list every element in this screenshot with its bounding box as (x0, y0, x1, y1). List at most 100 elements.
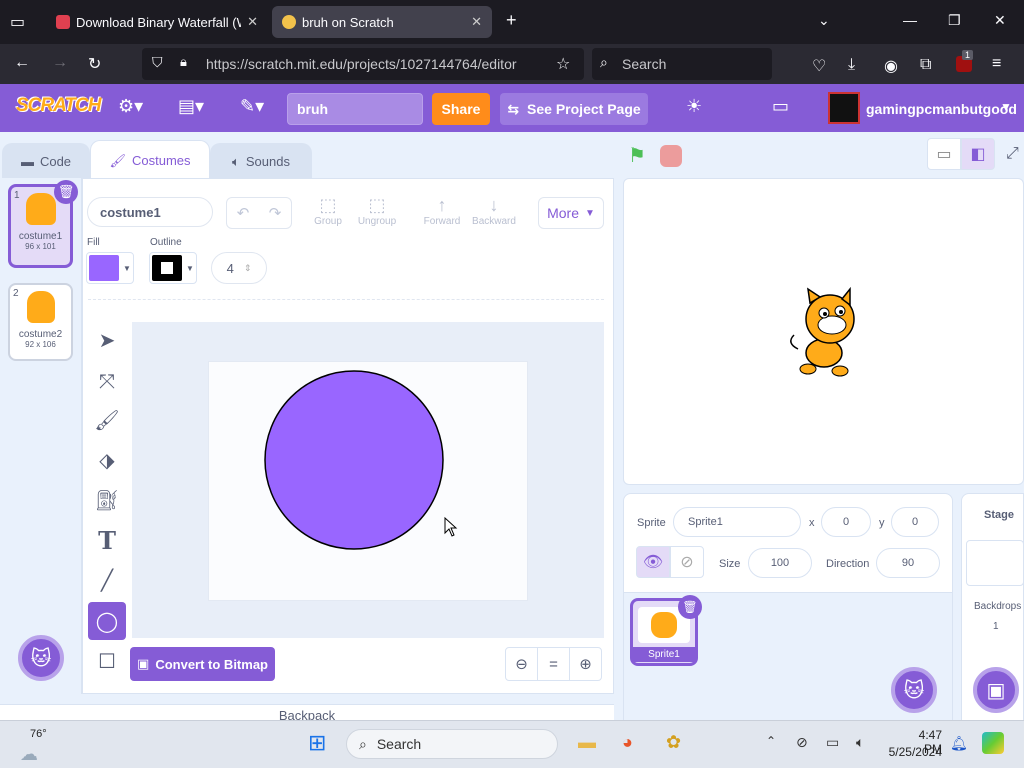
sprite-name-input[interactable]: Sprite1 (673, 507, 801, 537)
new-tab-icon[interactable]: + (506, 10, 517, 31)
reshape-tool[interactable]: ⤧ (88, 363, 126, 401)
delete-sprite-trash-icon[interactable]: 🗑︎ (678, 595, 702, 619)
weather-cloud-icon[interactable]: ☁ (20, 744, 38, 765)
windows-start-icon[interactable]: ⊞ (308, 730, 326, 756)
cat-sprite-on-stage[interactable] (786, 287, 870, 377)
browser-tab-scratch[interactable]: bruh on Scratch ✕ (272, 6, 492, 38)
project-title-input[interactable]: bruh (287, 93, 423, 125)
more-menu-button[interactable]: More ▼ (538, 197, 604, 229)
show-hidden-icons-chevron-icon[interactable]: ⌃ (766, 734, 776, 748)
undo-icon[interactable]: ↶ (237, 204, 250, 222)
back-icon[interactable]: ← (14, 54, 30, 72)
size-input[interactable]: 100 (748, 548, 812, 578)
lock-icon[interactable]: 🔒︎ (180, 54, 187, 70)
display-icon[interactable]: ▭ (826, 734, 839, 751)
rectangle-tool[interactable]: ☐ (88, 642, 126, 680)
fill-tool[interactable]: ⛽︎ (88, 481, 126, 519)
circle-tool[interactable]: ◯ (88, 602, 126, 640)
copilot-icon[interactable] (982, 732, 1004, 754)
select-tool[interactable]: ➤ (88, 321, 126, 359)
app-menu-icon[interactable]: ≡ (992, 55, 1001, 73)
maximize-icon[interactable]: ❐ (948, 12, 961, 29)
zoom-out-button[interactable]: ⊖ (505, 647, 538, 681)
minimize-icon[interactable]: — (903, 12, 917, 28)
eraser-tool[interactable]: ⬗ (88, 441, 126, 479)
green-flag-icon[interactable]: ⚑ (628, 143, 646, 168)
fullscreen-icon[interactable]: ⤢ (1006, 145, 1019, 163)
extensions-icon[interactable]: ⧉ (920, 56, 931, 74)
line-tool[interactable]: ╱ (88, 561, 126, 599)
see-project-page-button[interactable]: ⇆ See Project Page (500, 93, 648, 125)
close-tab-icon[interactable]: ✕ (247, 14, 258, 30)
url-bar[interactable]: ⛉ 🔒︎ https://scratch.mit.edu/projects/10… (142, 48, 584, 80)
network-icon[interactable]: ⊘ (796, 734, 808, 751)
close-window-icon[interactable]: ✕ (994, 12, 1006, 29)
edit-menu-icon[interactable]: ✎▾ (240, 96, 264, 117)
zoom-in-button[interactable]: ⊕ (569, 647, 602, 681)
browser-search-bar[interactable]: ⌕ Search (592, 48, 772, 80)
clock-date[interactable]: 5/25/2024 (882, 745, 942, 759)
scratch-logo[interactable]: SCRATCH (16, 95, 101, 117)
tab-code[interactable]: ▬ Code (2, 143, 90, 179)
costume-item-2[interactable]: 2 costume2 92 x 106 (8, 283, 73, 361)
bee-app-icon[interactable]: ✿ (666, 732, 681, 753)
convert-to-bitmap-button[interactable]: ▣ Convert to Bitmap (130, 647, 275, 681)
tab-list-chevron-icon[interactable]: ⌄ (818, 12, 830, 29)
bookmark-star-icon[interactable]: ☆ (556, 54, 570, 74)
y-input[interactable]: 0 (891, 507, 939, 537)
circle-shape-fill[interactable] (264, 370, 444, 550)
pocket-icon[interactable]: ♡ (812, 56, 826, 76)
forward-button[interactable]: ↑ Forward (422, 195, 462, 227)
account-icon[interactable]: ◉ (884, 56, 898, 76)
taskbar-search[interactable]: ⌕ Search (346, 729, 558, 759)
browser-tab-binary-waterfall[interactable]: Download Binary Waterfall (Wir ✕ (46, 6, 268, 38)
choose-costume-button[interactable]: 🐱︎ (18, 635, 64, 681)
my-stuff-folder-icon[interactable]: ▭ (772, 96, 789, 117)
tab-costumes[interactable]: 🖌︎ Costumes (90, 140, 210, 180)
share-button[interactable]: Share (432, 93, 490, 125)
stop-sign-icon[interactable] (660, 145, 682, 167)
redo-icon[interactable]: ↷ (269, 204, 282, 222)
username[interactable]: gamingpcmanbutgood (866, 101, 1017, 117)
circle-shape[interactable] (262, 369, 446, 553)
firefox-icon[interactable]: ◕ (622, 732, 633, 753)
fill-color-picker[interactable]: ▼ (86, 252, 134, 284)
file-explorer-icon[interactable]: ▬ (578, 732, 596, 753)
stepper-icon[interactable]: ⇕ (244, 263, 252, 274)
outline-color-picker[interactable]: ▼ (149, 252, 197, 284)
text-tool[interactable]: T (88, 521, 126, 559)
download-icon[interactable]: ⤓ (848, 56, 855, 74)
notification-bell-icon[interactable]: 🔔︎ (950, 735, 968, 752)
direction-input[interactable]: 90 (876, 548, 940, 578)
choose-backdrop-button[interactable]: ▣ (973, 667, 1019, 713)
hide-sprite-button[interactable]: ⊘ (670, 546, 704, 578)
forward-icon[interactable]: → (52, 54, 68, 72)
large-stage-button[interactable]: ◧ (961, 138, 995, 170)
tab-overview-icon[interactable]: ▭ (10, 12, 25, 32)
weather-temp[interactable]: 76° (30, 728, 47, 740)
file-menu-icon[interactable]: ▤▾ (178, 96, 204, 117)
close-tab-icon[interactable]: ✕ (471, 14, 482, 30)
shield-icon[interactable]: ⛉ (152, 54, 163, 71)
choose-sprite-button[interactable]: 🐱︎ (891, 667, 937, 713)
delete-costume-trash-icon[interactable]: 🗑︎ (54, 180, 78, 204)
tab-sounds[interactable]: 🔈︎ Sounds (210, 143, 312, 179)
ungroup-button[interactable]: ⬚ Ungroup (356, 195, 398, 227)
user-avatar[interactable] (828, 92, 860, 124)
zoom-reset-button[interactable]: = (537, 647, 570, 681)
costume-name-input[interactable]: costume1 (87, 197, 213, 227)
x-label: x (809, 517, 815, 529)
outline-width-input[interactable]: 4 ⇕ (211, 252, 267, 284)
small-stage-button[interactable]: ▭ (927, 138, 961, 170)
backdrop-thumbnail[interactable] (966, 540, 1024, 586)
group-button[interactable]: ⬚ Group (312, 195, 344, 227)
backward-button[interactable]: ↓ Backward (470, 195, 518, 227)
x-input[interactable]: 0 (821, 507, 871, 537)
outline-color-swatch (152, 255, 182, 281)
settings-gear-icon[interactable]: ⚙▾ (118, 96, 143, 117)
turbo-lightbulb-icon[interactable]: ☀ (686, 96, 702, 117)
show-sprite-button[interactable]: 👁︎ (636, 546, 670, 578)
brush-tool[interactable]: 🖌︎ (88, 401, 126, 439)
volume-icon[interactable]: 🔈︎ (856, 734, 864, 751)
reload-icon[interactable]: ↻ (88, 54, 101, 74)
